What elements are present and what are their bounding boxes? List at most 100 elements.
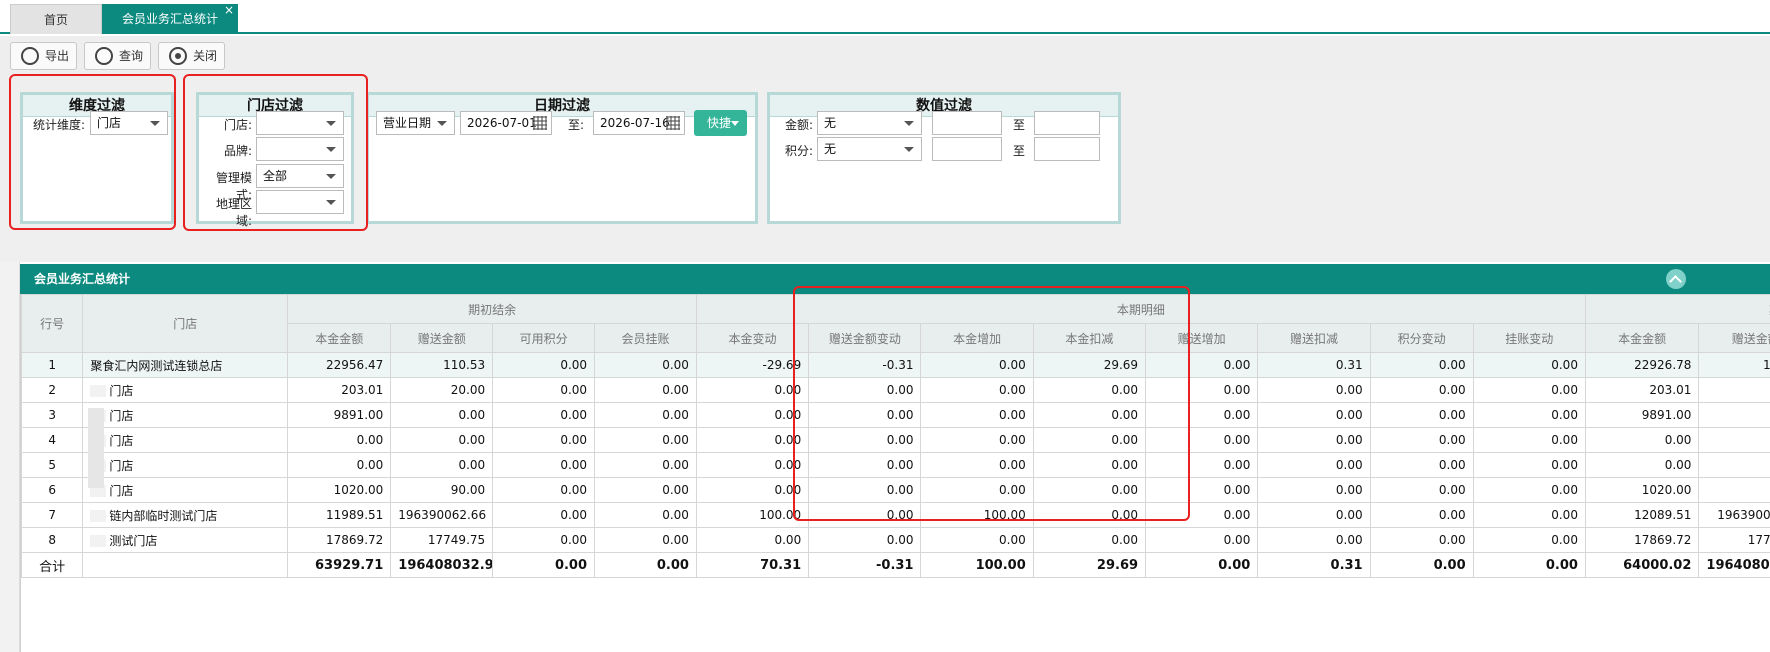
header-sub-col[interactable]: 本金金额 [1584,323,1700,353]
header-sub-col[interactable]: 可用积分 [492,323,596,353]
dimension-select[interactable]: 门店 [90,111,168,135]
table-cell: 0.00 [1145,352,1259,378]
store-name-text: 门店 [109,408,134,423]
table-row[interactable]: 8 测试门店 17869.72 17749.75 0.00 0.00 0.00 0.00 0.0… [21,527,1770,553]
header-sub-col[interactable]: 赠送金额 [390,323,494,353]
chevron-down-icon [326,200,336,205]
store-select[interactable] [256,111,344,135]
table-cell: 203.01 [287,377,392,403]
dimension-label: 统计维度: [33,118,86,132]
row-number: 4 [21,427,84,453]
header-sub-col[interactable]: 挂账变动 [1472,323,1586,353]
table-cell: 100.00 [920,502,1034,528]
close-button[interactable]: 关闭 [158,42,225,70]
table-cell: 0.00 [492,502,596,528]
brand-select[interactable] [256,137,344,161]
table-cell: 0.00 [1032,452,1147,478]
points-to-input[interactable] [1034,137,1100,161]
region-label: 地理区域: [215,197,252,228]
chevron-down-icon [904,121,914,126]
header-sub-col[interactable]: 赠送金额 [1698,323,1770,353]
table-cell: 0.00 [1145,402,1259,428]
date-to-input[interactable]: 2026-07-16 [593,111,685,135]
points-op-select[interactable]: 无 [817,137,922,161]
chevron-down-icon [904,147,914,152]
store-label: 门店: [223,118,252,132]
table-cell: 0.00 [1584,452,1700,478]
total-cell: 63929.71 [287,552,392,578]
summary-table: 行号 门店 期初结余 本期明细 期末结 本金金额赠送金额可用积分会员挂账本金变动… [21,294,1770,578]
calendar-icon[interactable] [666,116,680,130]
table-cell: 0.00 [492,377,596,403]
dimension-value: 门店 [97,116,122,130]
header-sub-col[interactable]: 本金变动 [695,323,810,353]
total-cell: 0.00 [492,552,596,578]
table-cell: 1020.00 [1584,477,1700,503]
chevron-down-icon [437,121,447,126]
table-cell: 0.00 [1257,402,1371,428]
table-cell: 0.00 [1257,377,1371,403]
table-cell: 20.00 [1698,377,1770,403]
table-cell: 0.00 [695,452,810,478]
table-row[interactable]: 7 链内部临时测试门店 11989.51 196390062.66 0.00 0.00 10… [21,502,1770,528]
header-sub-col[interactable]: 本金金额 [287,323,392,353]
date-from-input[interactable]: 2026-07-01 [460,111,552,135]
table-cell: 20.00 [390,377,494,403]
date-type-select[interactable]: 营业日期 [376,111,455,135]
table-row[interactable]: 5 门店 0.00 0.00 0.00 0.00 0.00 0.00 0.00 0.00 0.00 0… [21,452,1770,478]
table-cell: 90.00 [390,477,494,503]
amount-to-input[interactable] [1034,111,1100,135]
amount-label: 金额: [785,118,814,132]
table-row[interactable]: 3 门店 9891.00 0.00 0.00 0.00 0.00 0.00 0.00 0.00 0.… [21,402,1770,428]
tab-home[interactable]: 首页 [10,4,102,34]
header-sub-col[interactable]: 赠送扣减 [1257,323,1371,353]
total-store-cell [82,552,289,578]
quick-date-button[interactable]: 快捷 [694,110,747,136]
total-cell: 0.00 [1145,552,1259,578]
date-to-label: 至: [568,118,585,132]
total-label: 合计 [21,552,84,578]
store-name-text: 聚食汇内网测试连锁总店 [90,358,223,373]
header-current-detail: 本期明细 [695,294,1586,324]
table-cell: 0.00 [695,527,810,553]
amount-from-input[interactable] [932,111,1002,135]
header-sub-col[interactable]: 赠送增加 [1145,323,1259,353]
header-sub-col[interactable]: 积分变动 [1369,323,1474,353]
tab-member-summary[interactable]: 会员业务汇总统计 × [102,3,238,34]
store-name: 门店 [82,477,289,503]
table-cell: 0.00 [492,477,596,503]
header-sub-col[interactable]: 会员挂账 [594,323,697,353]
region-select[interactable] [256,190,344,214]
calendar-icon[interactable] [533,116,547,130]
query-button[interactable]: 查询 [84,42,151,70]
mode-value: 全部 [263,169,288,183]
collapse-icon[interactable] [1666,269,1686,289]
export-button[interactable]: 导出 [10,42,77,70]
store-name: 门店 [82,452,289,478]
amount-op-value: 无 [824,116,837,130]
store-name: 链内部临时测试门店 [82,502,289,528]
table-cell: 0.00 [594,402,697,428]
table-cell: 0.00 [1369,427,1474,453]
chevron-down-icon [731,121,739,126]
table-row[interactable]: 2 门店 203.01 20.00 0.00 0.00 0.00 0.00 0.00 0.00 0.… [21,377,1770,403]
store-name: 测试门店 [82,527,289,553]
mode-select[interactable]: 全部 [256,164,344,188]
table-row[interactable]: 1 聚食汇内网测试连锁总店 22956.47 110.53 0.00 0.00 -29.69… [21,352,1770,378]
chevron-down-icon [326,174,336,179]
table-cell: 0.00 [695,427,810,453]
header-row-no[interactable]: 行号 [21,294,84,353]
close-icon[interactable]: × [224,0,234,25]
table-cell: 0.00 [594,527,697,553]
table-cell: 0.00 [1369,352,1474,378]
header-sub-col[interactable]: 本金扣减 [1032,323,1147,353]
header-store[interactable]: 门店 [82,294,289,353]
header-sub-col[interactable]: 赠送金额变动 [808,323,922,353]
table-cell: 0.00 [492,427,596,453]
header-sub-col[interactable]: 本金增加 [920,323,1034,353]
table-row[interactable]: 6 门店 1020.00 90.00 0.00 0.00 0.00 0.00 0.00 0.00 0… [21,477,1770,503]
points-from-input[interactable] [932,137,1002,161]
table-cell: 0.00 [594,427,697,453]
table-row[interactable]: 4 门店 0.00 0.00 0.00 0.00 0.00 0.00 0.00 0.00 0.00 0… [21,427,1770,453]
amount-op-select[interactable]: 无 [817,111,922,135]
